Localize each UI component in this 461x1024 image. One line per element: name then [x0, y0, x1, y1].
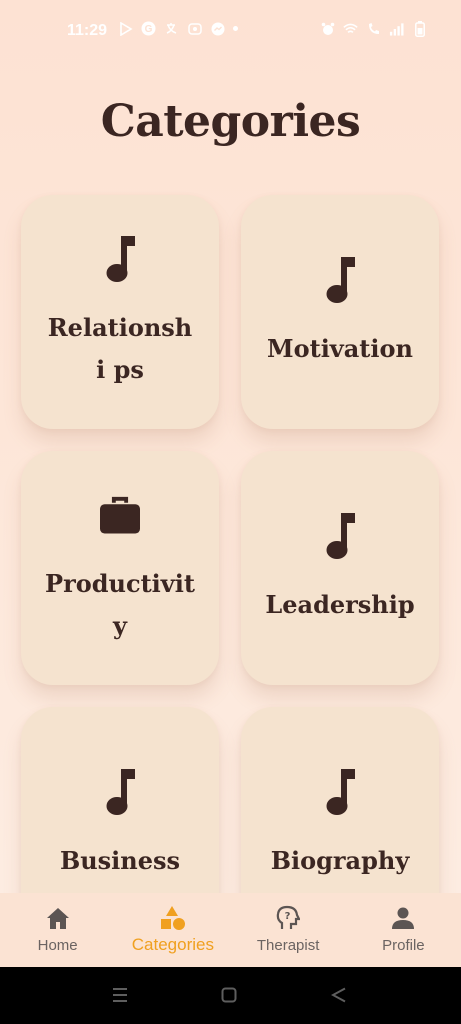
alarm-icon	[320, 21, 335, 36]
app-icon	[187, 21, 202, 36]
music-note-icon	[320, 254, 360, 306]
briefcase-icon	[100, 489, 140, 541]
svg-text:?: ?	[285, 911, 291, 922]
page-title: Categories	[100, 96, 361, 147]
translate-icon	[164, 21, 179, 36]
system-status-icons	[320, 20, 427, 37]
category-card-business[interactable]: Business	[21, 707, 219, 893]
category-card-biography[interactable]: Biography	[241, 707, 439, 893]
nav-label: Home	[37, 937, 78, 954]
category-grid[interactable]: Relationshi ps Motivation Productivit y …	[0, 180, 461, 893]
more-notifications-dot	[233, 26, 238, 31]
music-note-icon	[320, 510, 360, 562]
category-card-motivation[interactable]: Motivation	[241, 195, 439, 429]
nav-item-therapist[interactable]: ? Therapist	[231, 893, 346, 967]
category-label: Motivation	[267, 334, 413, 363]
music-note-icon	[320, 766, 360, 818]
category-card-relationships[interactable]: Relationshi ps	[21, 195, 219, 429]
messenger-icon	[210, 21, 225, 36]
status-bar: 11:29 G	[0, 0, 461, 62]
category-label: Leadership	[265, 590, 415, 619]
google-icon: G	[141, 21, 156, 36]
nav-label: Therapist	[256, 937, 320, 954]
nav-label: Profile	[382, 937, 425, 954]
person-icon	[389, 905, 417, 931]
svg-text:G: G	[145, 24, 153, 35]
wifi-calling-icon	[366, 21, 381, 36]
wifi-icon	[343, 21, 358, 36]
head-question-icon: ?	[274, 905, 302, 931]
back-icon[interactable]	[330, 987, 347, 1007]
nav-item-profile[interactable]: Profile	[346, 893, 461, 967]
home-button-icon[interactable]	[221, 987, 237, 1007]
battery-icon	[412, 20, 427, 37]
music-note-icon	[100, 233, 140, 285]
category-card-leadership[interactable]: Leadership	[241, 451, 439, 685]
category-card-productivity[interactable]: Productivit y	[21, 451, 219, 685]
play-store-icon	[118, 21, 133, 36]
nav-item-categories[interactable]: Categories	[115, 893, 230, 967]
category-label: Relationshi ps	[47, 313, 193, 384]
signal-icon	[389, 21, 404, 36]
shapes-icon	[159, 905, 187, 931]
nav-label: Categories	[131, 935, 214, 954]
music-note-icon	[100, 766, 140, 818]
category-label: Productivit y	[45, 569, 195, 640]
bottom-navigation: Home Categories ? Therapist Profile	[0, 893, 461, 967]
category-label: Business	[59, 846, 181, 875]
nav-item-home[interactable]: Home	[0, 893, 115, 967]
category-label: Biography	[270, 846, 410, 875]
system-navigation-bar	[0, 967, 461, 1024]
notification-icons: G	[118, 21, 238, 36]
recent-apps-icon[interactable]	[111, 987, 129, 1007]
status-time: 11:29	[67, 22, 108, 39]
home-icon	[44, 905, 72, 931]
